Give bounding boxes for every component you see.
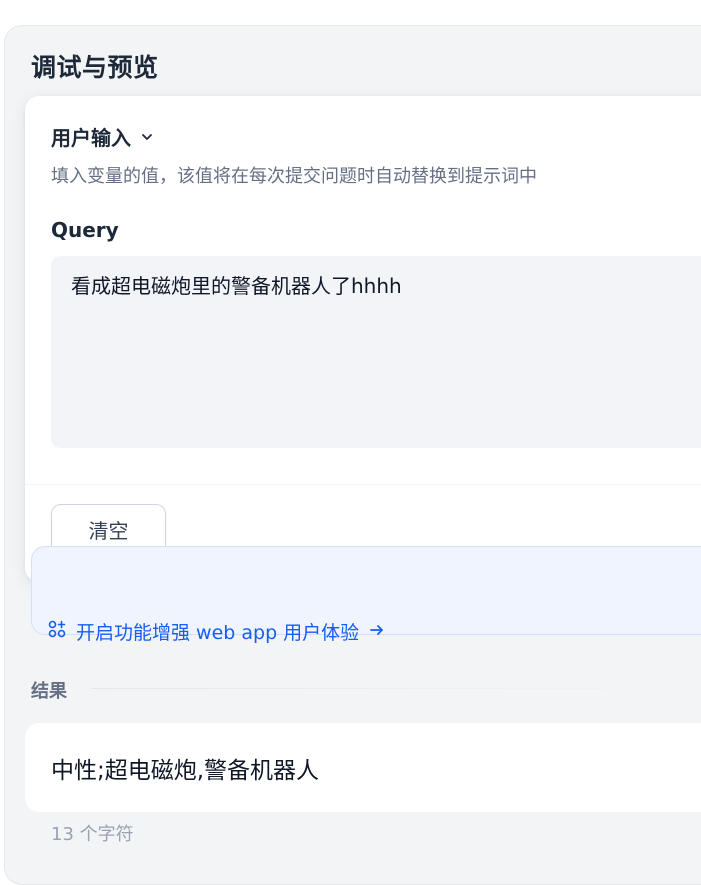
result-text: 中性;超电磁炮,警备机器人 xyxy=(51,758,320,784)
debug-preview-panel: 调试与预览 用户输入 填入变量的值，该值将在每次提交问题时自动替换到提示词中 Q… xyxy=(4,25,701,885)
user-input-hint: 填入变量的值，该值将在每次提交问题时自动替换到提示词中 xyxy=(51,166,537,187)
query-textarea[interactable]: 看成超电磁炮里的警备机器人了hhhh xyxy=(51,256,701,448)
result-section-divider xyxy=(91,688,701,689)
panel-title: 调试与预览 xyxy=(31,53,159,82)
card-divider xyxy=(25,484,701,485)
user-input-toggle[interactable]: 用户输入 xyxy=(51,122,155,151)
user-input-title: 用户输入 xyxy=(51,126,131,150)
arrow-right-icon xyxy=(369,621,385,643)
query-label: Query xyxy=(51,218,119,242)
enhance-bar: 开启功能增强 web app 用户体验 xyxy=(31,546,701,644)
enhance-link[interactable]: 开启功能增强 web app 用户体验 xyxy=(48,618,385,645)
user-input-card: 用户输入 填入变量的值，该值将在每次提交问题时自动替换到提示词中 Query 看… xyxy=(25,96,701,582)
result-section-label: 结果 xyxy=(31,681,67,702)
char-count: 13 个字符 xyxy=(51,824,134,845)
feature-grid-icon xyxy=(48,620,66,643)
enhance-label: 开启功能增强 web app 用户体验 xyxy=(76,622,360,644)
chevron-down-icon[interactable] xyxy=(139,129,155,145)
result-card: 中性;超电磁炮,警备机器人 xyxy=(25,723,701,812)
